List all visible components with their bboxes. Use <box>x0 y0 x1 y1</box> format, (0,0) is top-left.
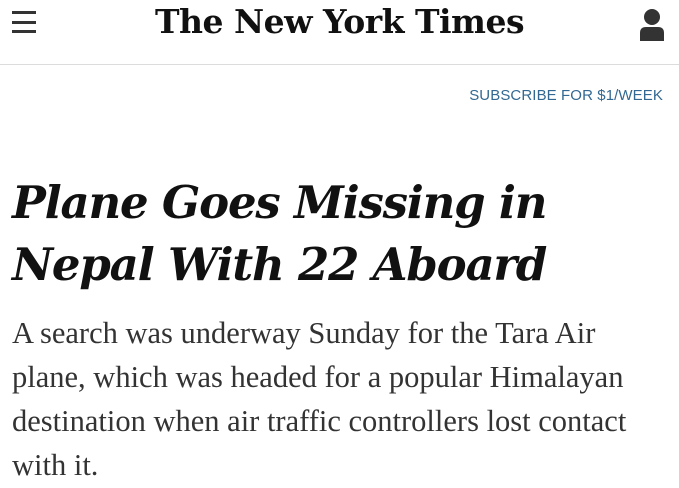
subscribe-link[interactable]: SUBSCRIBE FOR $1/WEEK <box>469 87 663 104</box>
masthead-logo[interactable]: The New York Times <box>0 2 679 41</box>
article-headline[interactable]: Plane Goes Missing in Nepal With 22 Aboa… <box>0 172 679 296</box>
user-account-icon[interactable] <box>639 8 665 42</box>
article-summary: A search was underway Sunday for the Tar… <box>12 316 627 482</box>
site-header: The New York Times <box>0 0 679 65</box>
subscribe-bar: SUBSCRIBE FOR $1/WEEK <box>0 65 679 125</box>
